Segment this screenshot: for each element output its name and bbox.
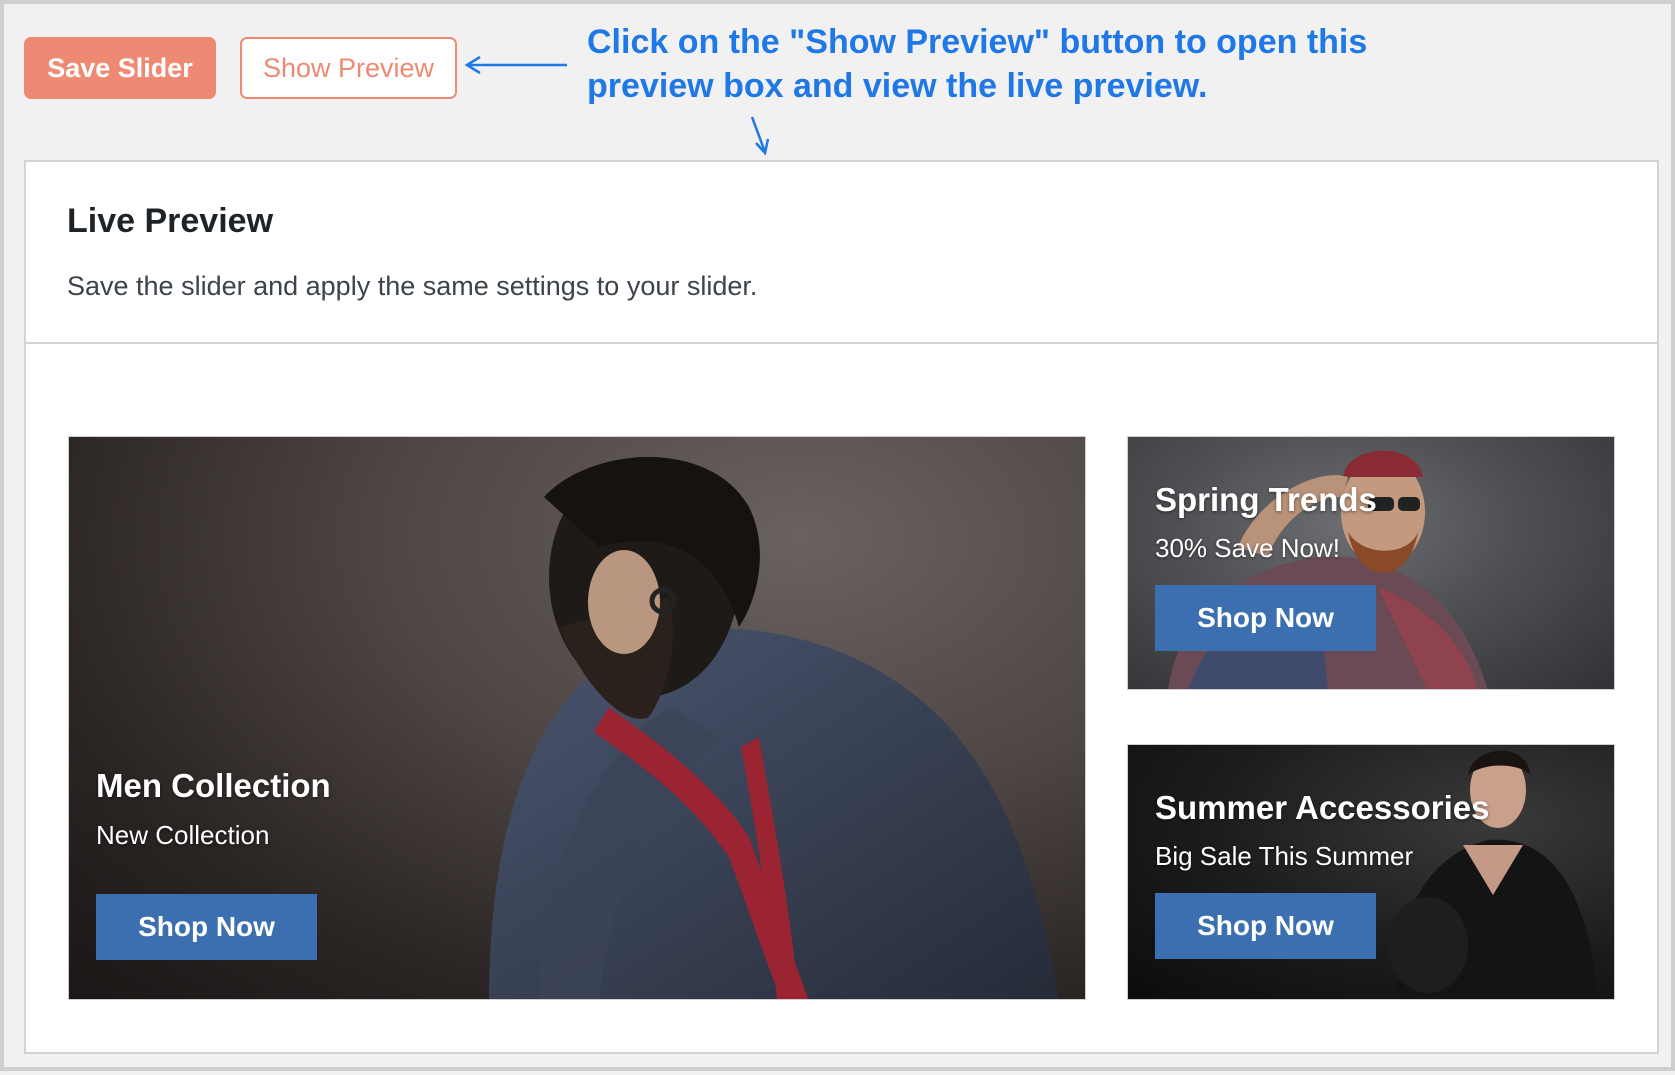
banner-photo-summer xyxy=(1388,750,1598,999)
shop-now-button[interactable]: Shop Now xyxy=(1155,893,1376,959)
banner-subtitle: New Collection xyxy=(96,820,270,850)
banner-title: Spring Trends xyxy=(1155,481,1377,518)
banner-subtitle: 30% Save Now! xyxy=(1155,533,1340,563)
panel-header: Live Preview Save the slider and apply t… xyxy=(26,162,1657,344)
panel-description: Save the slider and apply the same setti… xyxy=(67,271,758,301)
arrow-left-icon xyxy=(464,55,567,75)
banner-title: Men Collection xyxy=(96,767,331,804)
show-preview-button[interactable]: Show Preview xyxy=(240,37,457,99)
banner-subtitle: Big Sale This Summer xyxy=(1155,841,1414,871)
live-preview-panel: Live Preview Save the slider and apply t… xyxy=(24,160,1659,1054)
annotation-note: Click on the "Show Preview" button to op… xyxy=(587,20,1487,108)
panel-title: Live Preview xyxy=(67,202,274,240)
screenshot-frame: Save Slider Show Preview Click on the "S… xyxy=(0,0,1675,1071)
shop-now-button[interactable]: Shop Now xyxy=(1155,585,1376,651)
banner-summer-accessories[interactable]: Summer Accessories Big Sale This Summer … xyxy=(1127,744,1615,1000)
banner-men-collection[interactable]: Men Collection New Collection Shop Now xyxy=(68,436,1086,1000)
save-slider-button[interactable]: Save Slider xyxy=(24,37,216,99)
toolbar: Save Slider Show Preview xyxy=(24,37,457,99)
arrow-down-icon xyxy=(750,116,770,156)
banner-title: Summer Accessories xyxy=(1155,789,1490,826)
shop-now-button[interactable]: Shop Now xyxy=(96,894,317,960)
banner-spring-trends[interactable]: Spring Trends 30% Save Now! Shop Now xyxy=(1127,436,1615,690)
annotation-line-1: Click on the "Show Preview" button to op… xyxy=(587,23,1368,61)
annotation-line-2: preview box and view the live preview. xyxy=(587,67,1208,105)
